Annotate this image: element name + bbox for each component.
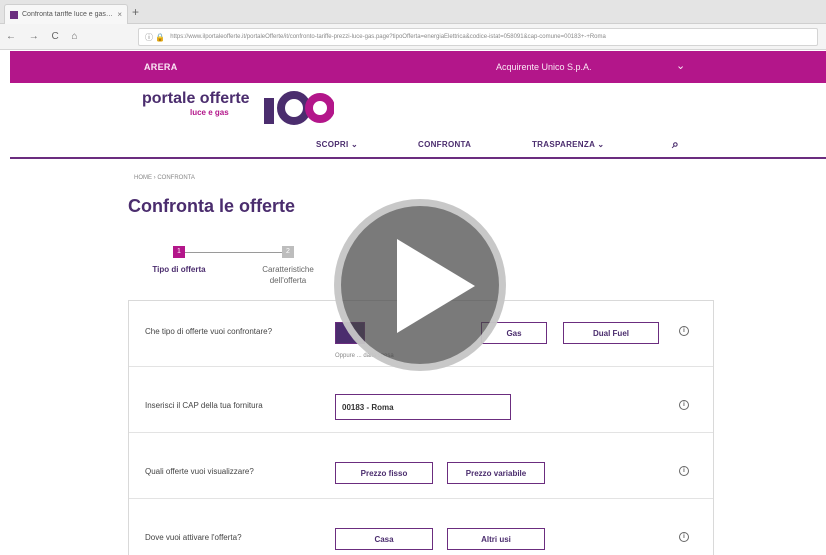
option-other-uses-button[interactable]: Altri usi [447,528,545,550]
step-2-label: Caratteristiche dell'offerta [262,265,314,285]
nav-confronta[interactable]: CONFRONTA [418,140,471,149]
form-row-price-type: Quali offerte vuoi visualizzare? Prezzo … [129,433,713,499]
tab-title: Confronta tariffe luce e gas ... [22,11,114,18]
offer-type-question: Che tipo di offerte vuoi confrontare? [145,327,273,336]
logo-subtitle: luce e gas [190,108,229,117]
nav-trasparenza[interactable]: TRASPARENZA ⌄ [532,140,604,149]
search-icon[interactable]: ⌕ [672,137,679,152]
step-1-marker: 1 [173,246,185,258]
option-fixed-price-button[interactable]: Prezzo fisso [335,462,433,484]
navigation-buttons[interactable]: ← → C ⌂ [6,31,83,42]
usage-question: Dove vuoi attivare l'offerta? [145,533,242,542]
option-variable-price-button[interactable]: Prezzo variabile [447,462,545,484]
browser-toolbar: ← → C ⌂ ⓘ 🔒 https://www.ilportaleofferte… [0,24,826,50]
form-row-usage: Dove vuoi attivare l'offerta? Casa Altri… [129,499,713,555]
info-icon[interactable]: i [679,326,689,336]
step-1-label: Tipo di offerta [152,265,206,274]
close-tab-icon[interactable]: × [117,10,122,19]
option-home-button[interactable]: Casa [335,528,433,550]
breadcrumb[interactable]: HOME › CONFRONTA [134,175,195,181]
browser-tab[interactable]: Confronta tariffe luce e gas ... × [4,4,128,24]
site-logo[interactable]: portale offerte luce e gas [142,86,342,126]
chevron-down-icon[interactable]: ⌄ [676,59,685,72]
favicon-icon [10,10,18,19]
page-title: Confronta le offerte [128,196,296,216]
video-play-button[interactable] [334,199,506,371]
site-top-band: ARERA Acquirente Unico S.p.A. ⌄ [10,51,826,83]
arera-link[interactable]: ARERA [144,62,178,72]
info-icon[interactable]: i [679,532,689,542]
price-type-question: Quali offerte vuoi visualizzare? [145,467,254,476]
cap-question: Inserisci il CAP della tua fornitura [145,401,263,410]
step-connector [184,252,284,253]
nav-scopri[interactable]: SCOPRI ⌄ [316,140,358,149]
cap-input[interactable]: 00183 - Roma [335,394,511,420]
company-link[interactable]: Acquirente Unico S.p.A. [496,62,592,72]
main-navigation: SCOPRI ⌄ CONFRONTA TRASPARENZA ⌄ ⌕ [300,137,720,153]
new-tab-button[interactable]: + [132,6,139,18]
lock-icon: ⓘ 🔒 [145,32,166,42]
nav-divider [10,157,826,159]
play-icon [397,239,475,333]
logo-title: portale offerte [142,90,250,107]
info-icon[interactable]: i [679,400,689,410]
browser-tab-bar: Confronta tariffe luce e gas ... × + [0,0,826,24]
logo-mark-icon [264,91,334,125]
url-text: https://www.ilportaleofferte.it/portaleO… [170,34,606,40]
option-dual-fuel-button[interactable]: Dual Fuel [563,322,659,344]
address-bar[interactable]: ⓘ 🔒 https://www.ilportaleofferte.it/port… [138,28,818,46]
step-2-marker: 2 [282,246,294,258]
info-icon[interactable]: i [679,466,689,476]
